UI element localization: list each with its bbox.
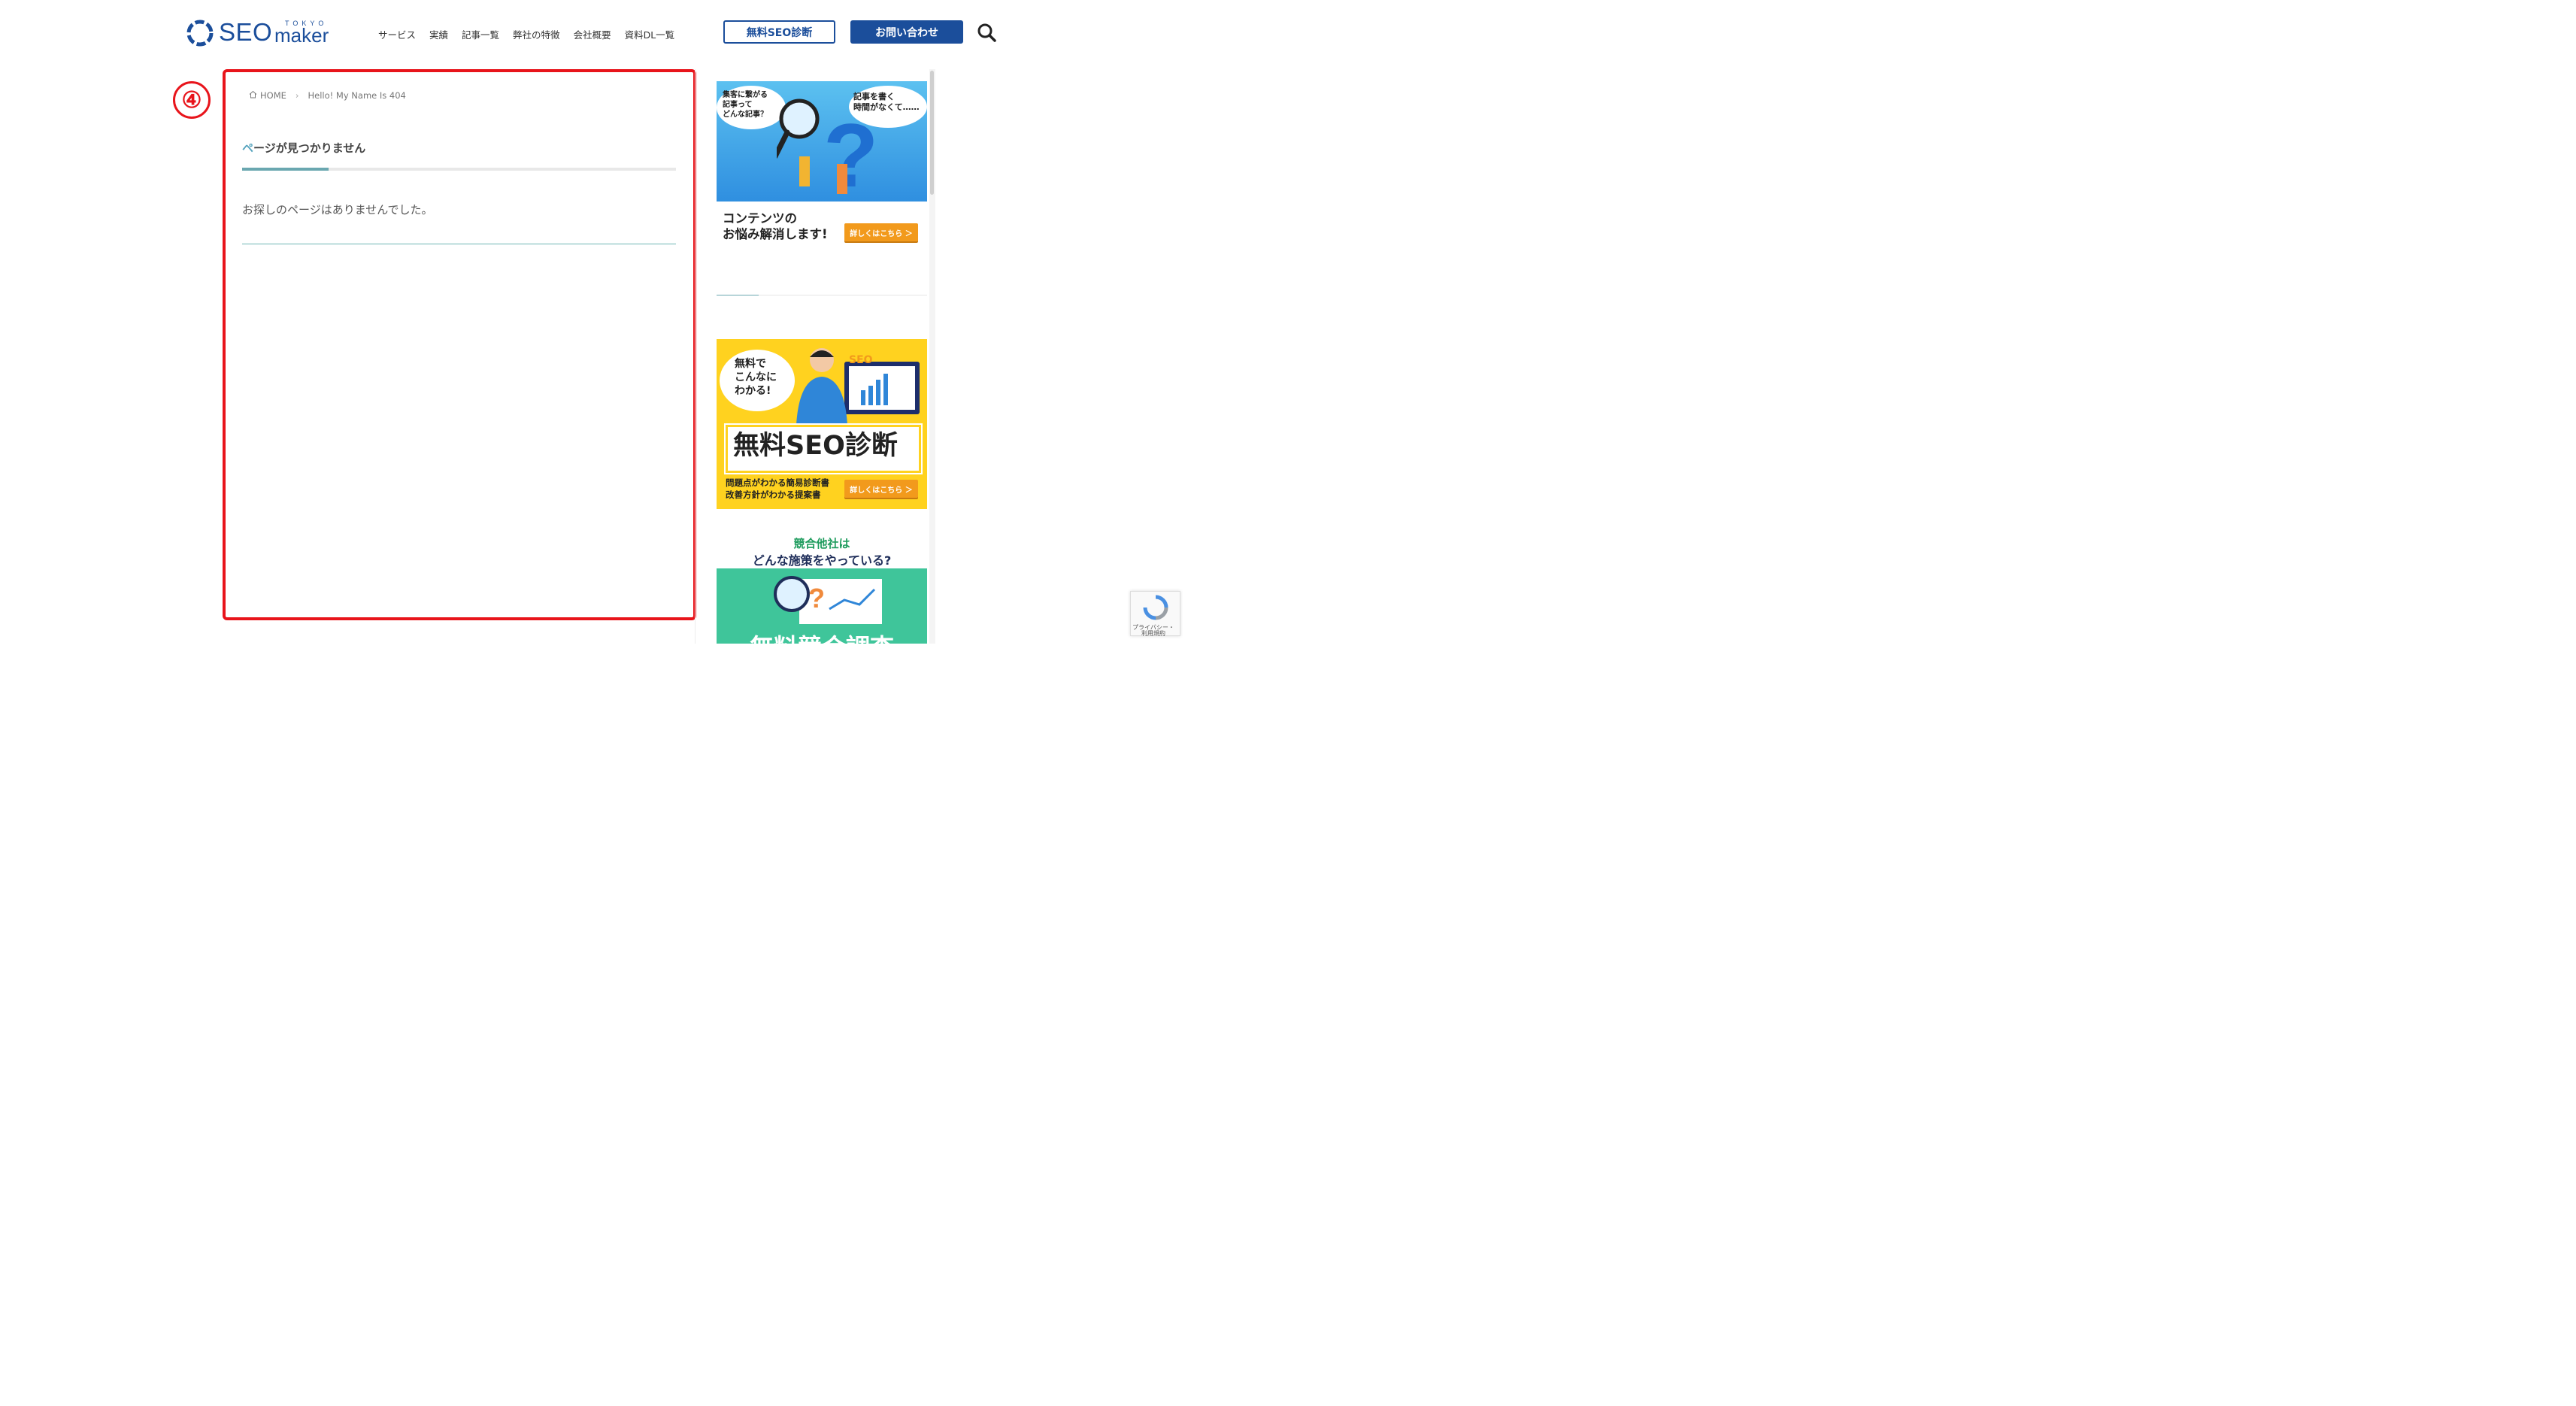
breadcrumb-current: Hello! My Name Is 404: [308, 90, 406, 101]
banner1-details-button[interactable]: 詳しくはこちら ＞: [844, 223, 918, 241]
home-icon: [249, 90, 257, 101]
title-underline-accent: [242, 168, 329, 171]
logo-ring-icon: [186, 20, 214, 47]
banner2-bubble: 無料で こんなに わかる!: [735, 358, 777, 398]
banner3-heading1: 競合他社は: [793, 537, 850, 550]
banner2-details-button[interactable]: 詳しくはこちら ＞: [844, 480, 918, 498]
banner2-headline: 無料SEO診断: [733, 431, 898, 461]
banner3-bottom-text: 無料競合調査: [717, 629, 927, 644]
recaptcha-terms-link[interactable]: 利用規約: [1141, 629, 1165, 638]
banner3-heading2: どんな施策をやっている?: [752, 553, 892, 568]
banner1-caption: コンテンツの お悩み解消します!: [723, 211, 828, 242]
global-nav: サービス 実績 記事一覧 弊社の特徴 会社概要 資料DL一覧: [378, 27, 674, 41]
content-trouble-banner[interactable]: 集客に繋がる 記事って どんな記事？ 記事を書く 時間がなくて…… ? コンテンツのお…: [717, 81, 927, 250]
search-icon[interactable]: [977, 23, 996, 42]
contact-button[interactable]: お問い合わせ: [850, 20, 963, 44]
competitor-research-banner[interactable]: 競合他社は どんな施策をやっている? ? 無料競合調査: [717, 532, 927, 644]
page-title-rest: ージが見つかりません: [253, 141, 366, 155]
recaptcha-icon: [1143, 595, 1168, 620]
svg-text:?: ?: [808, 583, 825, 614]
nav-item-service[interactable]: サービス: [378, 27, 416, 41]
banner1-bubble-left: 集客に繋がる 記事って どんな記事？: [723, 91, 768, 119]
free-seo-diagnosis-banner[interactable]: 無料で こんなに わかる! SEO 無料SEO診断 問題点がわかる簡易診断書 改善方針…: [717, 339, 927, 509]
annotation-number-badge: ④: [173, 81, 211, 119]
breadcrumb: HOME › Hello! My Name Is 404: [249, 90, 406, 101]
nav-item-downloads[interactable]: 資料DL一覧: [625, 27, 675, 41]
site-logo[interactable]: SEO TOKYO maker: [185, 17, 329, 50]
sidebar-scrollbar-thumb[interactable]: [930, 71, 934, 195]
not-found-message: お探しのページはありませんでした。: [242, 203, 433, 217]
logo-word: SEO: [219, 18, 273, 46]
nav-item-features[interactable]: 弊社の特徴: [513, 27, 560, 41]
nav-item-results[interactable]: 実績: [429, 27, 448, 41]
page-title-first-char: ペ: [242, 141, 254, 155]
magnifier-question-illustration: ?: [777, 98, 874, 206]
page-title: ページが見つかりません: [242, 140, 365, 156]
sidebar-divider: [695, 69, 696, 644]
seo-tag: SEO: [849, 354, 873, 366]
breadcrumb-home-link[interactable]: HOME: [260, 90, 286, 101]
banner2-subtext: 問題点がわかる簡易診断書 改善方針がわかる提案書: [726, 477, 829, 500]
breadcrumb-chevron-icon: ›: [295, 90, 299, 101]
free-seo-diagnosis-button[interactable]: 無料SEO診断: [723, 20, 835, 44]
nav-item-articles[interactable]: 記事一覧: [462, 27, 499, 41]
recaptcha-badge[interactable]: プライバシー・ 利用規約: [1130, 591, 1180, 638]
nav-item-company[interactable]: 会社概要: [574, 27, 611, 41]
logo-maker: maker: [274, 24, 329, 47]
svg-text:?: ?: [823, 105, 874, 206]
